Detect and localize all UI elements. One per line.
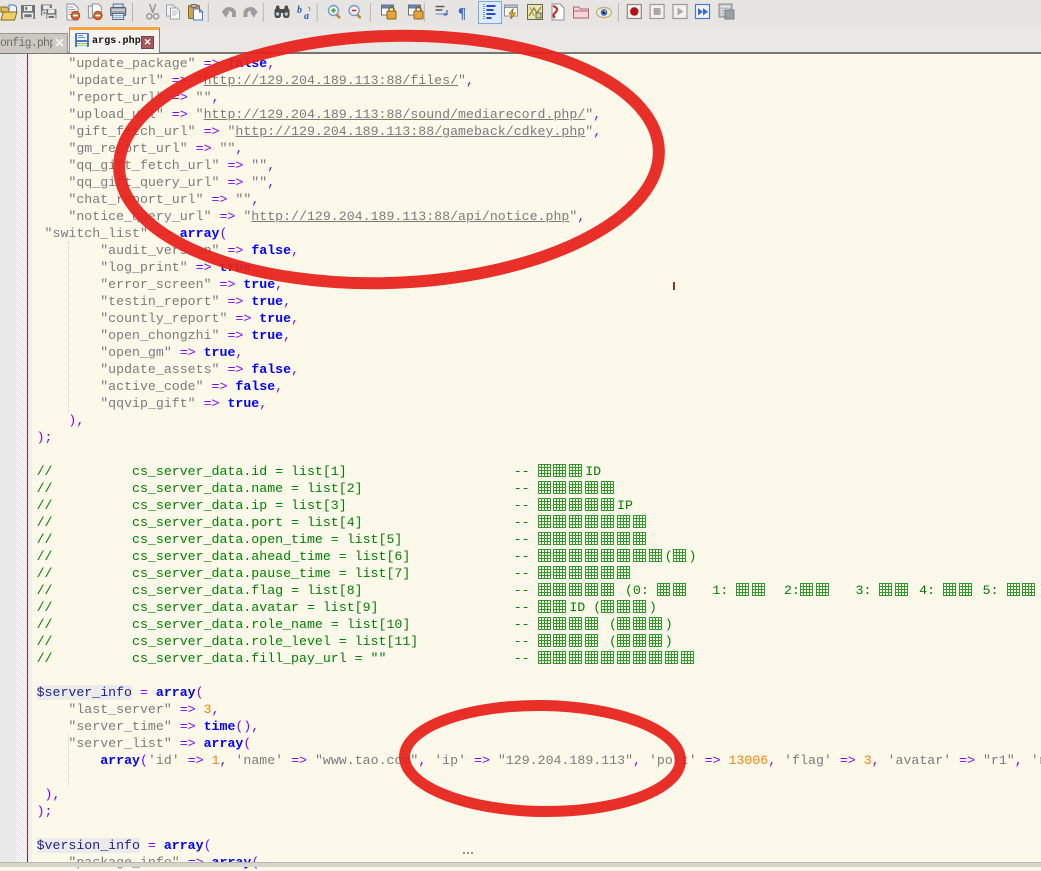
svg-text:a: a [304,11,309,22]
svg-text:¶: ¶ [458,6,466,22]
svg-text:b: b [297,5,302,16]
